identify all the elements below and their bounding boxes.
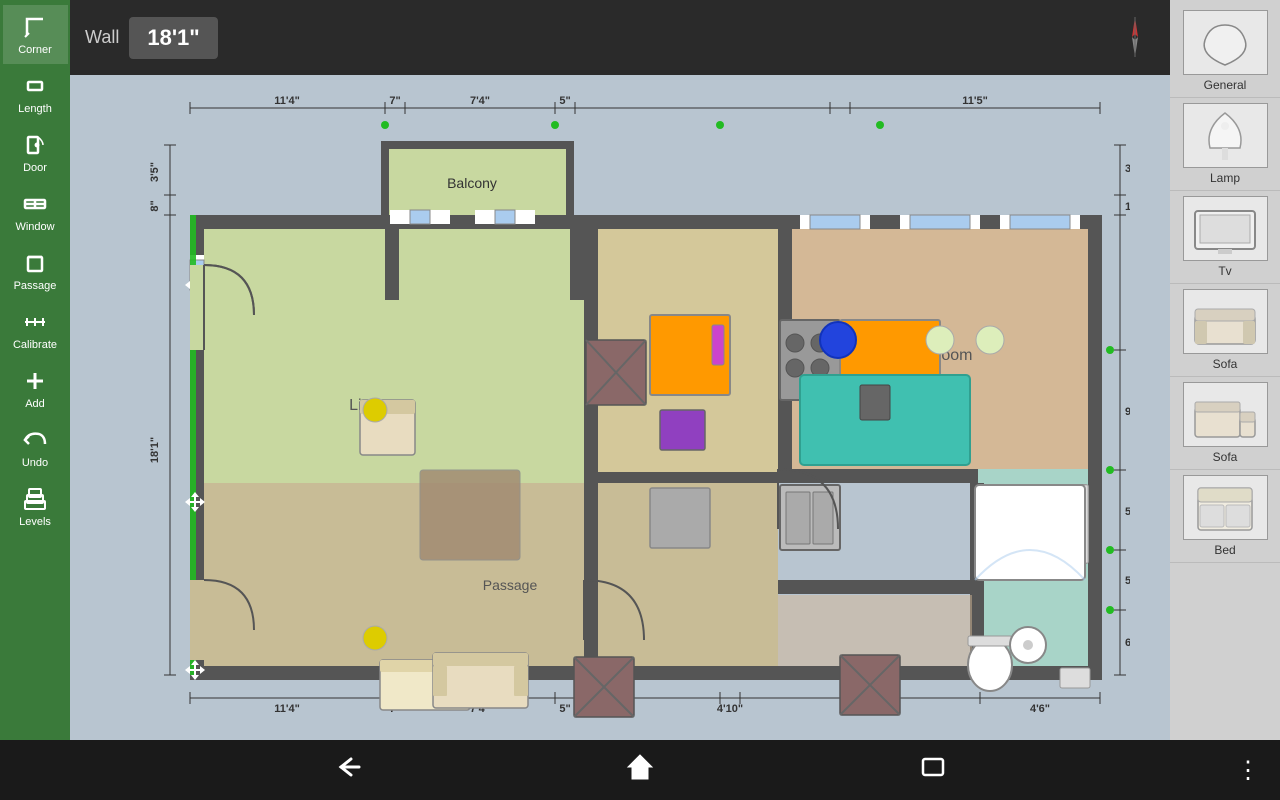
wall-label: Wall [85, 27, 119, 48]
svg-text:3'5": 3'5" [1125, 163, 1130, 175]
furniture-lamp[interactable]: Lamp [1170, 98, 1280, 191]
compass [1110, 12, 1160, 67]
nav-home-button[interactable] [624, 751, 656, 789]
sofa1-label: Sofa [1213, 357, 1238, 371]
svg-text:6'10": 6'10" [1125, 637, 1130, 649]
nav-more-button[interactable]: ⋮ [1236, 756, 1260, 785]
bed-icon [1183, 475, 1268, 540]
furniture-sofa1[interactable]: Sofa [1170, 284, 1280, 377]
left-toolbar: Corner Length Door Window Passage [0, 0, 70, 740]
sofa2-label: Sofa [1213, 450, 1238, 464]
tool-levels[interactable]: Levels [3, 477, 68, 536]
svg-text:7'4": 7'4" [470, 95, 490, 107]
svg-text:4'6": 4'6" [1030, 703, 1050, 715]
svg-text:11'4": 11'4" [274, 703, 300, 715]
svg-text:5": 5" [559, 95, 570, 107]
sofa2-icon [1183, 382, 1268, 447]
svg-text:11'4": 11'4" [274, 95, 300, 107]
general-label: General [1204, 78, 1247, 92]
svg-text:5": 5" [559, 703, 570, 715]
tool-undo[interactable]: Undo [3, 418, 68, 477]
tv-label: Tv [1218, 264, 1231, 278]
tv-icon [1183, 196, 1268, 261]
nav-recents-button[interactable] [917, 751, 949, 789]
furniture-general[interactable]: General [1170, 5, 1280, 98]
lamp-icon [1183, 103, 1268, 168]
svg-text:5': 5' [1125, 506, 1130, 518]
tool-calibrate[interactable]: Calibrate [3, 300, 68, 359]
furniture-tv[interactable]: Tv [1170, 191, 1280, 284]
svg-text:11'5": 11'5" [962, 95, 988, 107]
sofa1-icon [1183, 289, 1268, 354]
bottom-bar: ⋮ [0, 740, 1280, 800]
lamp-label: Lamp [1210, 171, 1240, 185]
floor-plan-area[interactable]: 11'4" 7" 7'4" 5" 11'5" 3'5" 8" 18'1" 3'5… [70, 75, 1170, 740]
furniture-sofa2[interactable]: Sofa [1170, 377, 1280, 470]
tool-door[interactable]: Door [3, 123, 68, 182]
tool-length[interactable]: Length [3, 64, 68, 123]
wall-value: 18'1" [129, 17, 217, 59]
bed-label: Bed [1214, 543, 1235, 557]
svg-text:9'1": 9'1" [1125, 406, 1130, 418]
svg-text:18'1": 18'1" [149, 437, 161, 463]
nav-back-button[interactable] [331, 751, 363, 789]
tool-add[interactable]: Add [3, 359, 68, 418]
tool-passage[interactable]: Passage [3, 241, 68, 300]
svg-text:Passage: Passage [483, 577, 538, 593]
svg-text:13'8": 13'8" [1125, 201, 1130, 213]
svg-text:Balcony: Balcony [447, 175, 497, 191]
tool-window[interactable]: Window [3, 182, 68, 241]
svg-text:7": 7" [389, 95, 400, 107]
svg-text:4'10": 4'10" [717, 703, 743, 715]
general-icon [1183, 10, 1268, 75]
svg-text:3'5": 3'5" [149, 162, 161, 182]
tool-corner[interactable]: Corner [3, 5, 68, 64]
furniture-bed[interactable]: Bed [1170, 470, 1280, 563]
svg-text:8": 8" [149, 200, 161, 211]
svg-text:5'9": 5'9" [1125, 575, 1130, 587]
right-panel: General Lamp Tv [1170, 0, 1280, 740]
top-bar: Wall 18'1" [70, 0, 1180, 75]
